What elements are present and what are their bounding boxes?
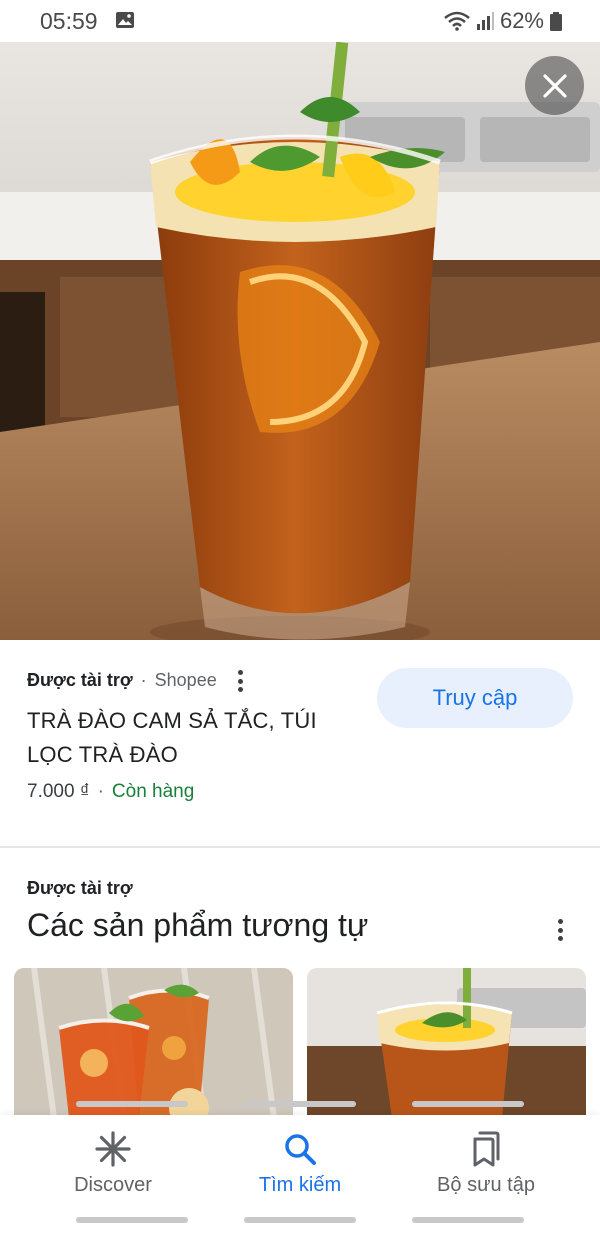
similar-product-image: [14, 968, 293, 1118]
home-indicator-center: [244, 1217, 356, 1223]
scroll-handle-center: [244, 1101, 356, 1107]
visit-button[interactable]: Truy cập: [377, 668, 573, 728]
merchant-name: Shopee: [154, 670, 217, 690]
status-time: 05:59: [40, 8, 98, 34]
nav-label: Bộ sưu tập: [437, 1174, 535, 1196]
similar-more-options-button[interactable]: [550, 917, 570, 943]
bottom-navigation: Discover Tìm kiếm Bộ sưu tập: [0, 1115, 600, 1233]
gallery-notification-icon: [116, 12, 134, 28]
price-separator: ·: [97, 781, 104, 802]
status-indicators: 62%: [444, 8, 562, 34]
status-bar: 05:59 62%: [0, 0, 600, 42]
product-title[interactable]: TRÀ ĐÀO CAM SẢ TẮC, TÚI LỌC TRÀ ĐÀO: [27, 704, 347, 772]
more-options-button[interactable]: [230, 668, 250, 694]
collections-icon: [473, 1131, 500, 1167]
sponsored-label: Được tài trợ: [27, 670, 133, 690]
close-icon: [542, 73, 567, 98]
similar-sponsored-label: Được tài trợ: [27, 878, 133, 898]
nav-label: Tìm kiếm: [258, 1174, 342, 1196]
product-image[interactable]: [0, 42, 600, 640]
close-button[interactable]: [525, 56, 584, 115]
search-icon: [285, 1134, 316, 1165]
divider: [0, 846, 600, 848]
similar-product-card[interactable]: [14, 968, 293, 1118]
wifi-icon: [444, 11, 470, 31]
nav-discover[interactable]: Discover: [23, 1129, 203, 1209]
scroll-handle-right: [412, 1101, 524, 1107]
product-card: Được tài trợ · Shopee TRÀ ĐÀO CAM SẢ TẮC…: [0, 640, 600, 846]
home-indicator-left: [76, 1217, 188, 1223]
similar-product-card[interactable]: [307, 968, 586, 1118]
iced-tea-photo: [0, 42, 600, 640]
nav-search[interactable]: Tìm kiếm: [210, 1129, 390, 1209]
signal-icon: [476, 12, 494, 30]
battery-percent: 62%: [499, 8, 544, 33]
similar-products-title: Các sản phẩm tương tự: [27, 907, 369, 943]
separator: ·: [140, 670, 147, 690]
asterisk-icon: [95, 1131, 131, 1167]
nav-collections[interactable]: Bộ sưu tập: [396, 1129, 576, 1209]
home-indicator-right: [412, 1217, 524, 1223]
similar-product-image: [307, 968, 586, 1118]
product-price: 7.000 ₫: [27, 781, 90, 802]
battery-icon: [550, 11, 562, 31]
nav-label: Discover: [74, 1174, 152, 1196]
scroll-handle-left: [76, 1101, 188, 1107]
sponsor-line: Được tài trợ · Shopee: [27, 670, 217, 691]
price-line: 7.000 ₫ · Còn hàng: [27, 781, 194, 803]
stock-status: Còn hàng: [111, 781, 195, 802]
